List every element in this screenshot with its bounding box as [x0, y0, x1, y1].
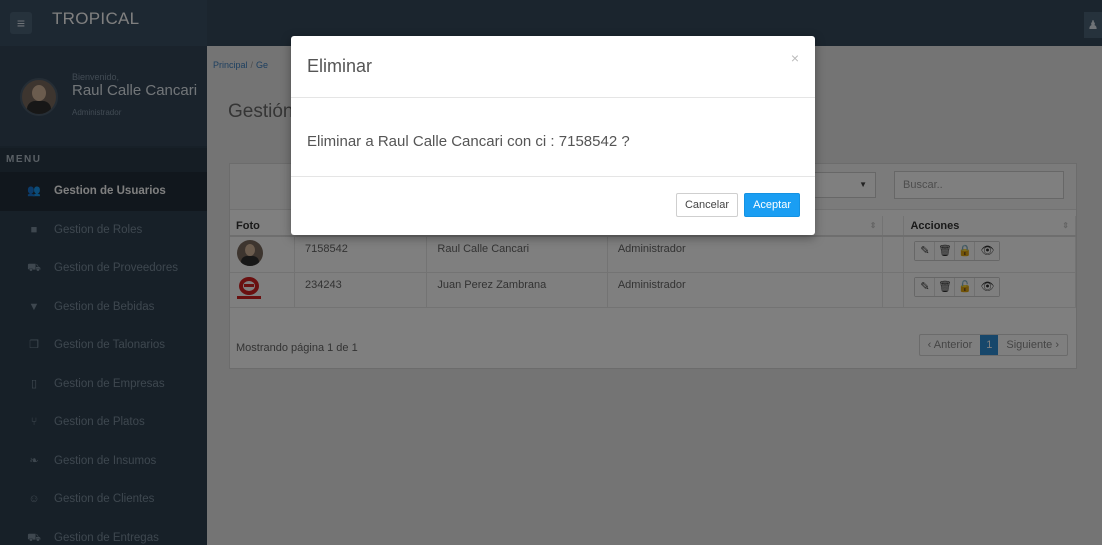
- modal-message: Eliminar a Raul Calle Cancari con ci : 7…: [307, 133, 630, 150]
- delete-modal: Eliminar × Eliminar a Raul Calle Cancari…: [291, 36, 815, 235]
- modal-footer: Cancelar Aceptar: [291, 177, 815, 235]
- modal-title: Eliminar: [307, 56, 373, 76]
- close-icon[interactable]: ×: [791, 50, 799, 66]
- modal-header: Eliminar ×: [291, 36, 815, 98]
- modal-body: Eliminar a Raul Calle Cancari con ci : 7…: [291, 98, 815, 177]
- accept-button[interactable]: Aceptar: [744, 193, 800, 217]
- cancel-button[interactable]: Cancelar: [675, 193, 738, 217]
